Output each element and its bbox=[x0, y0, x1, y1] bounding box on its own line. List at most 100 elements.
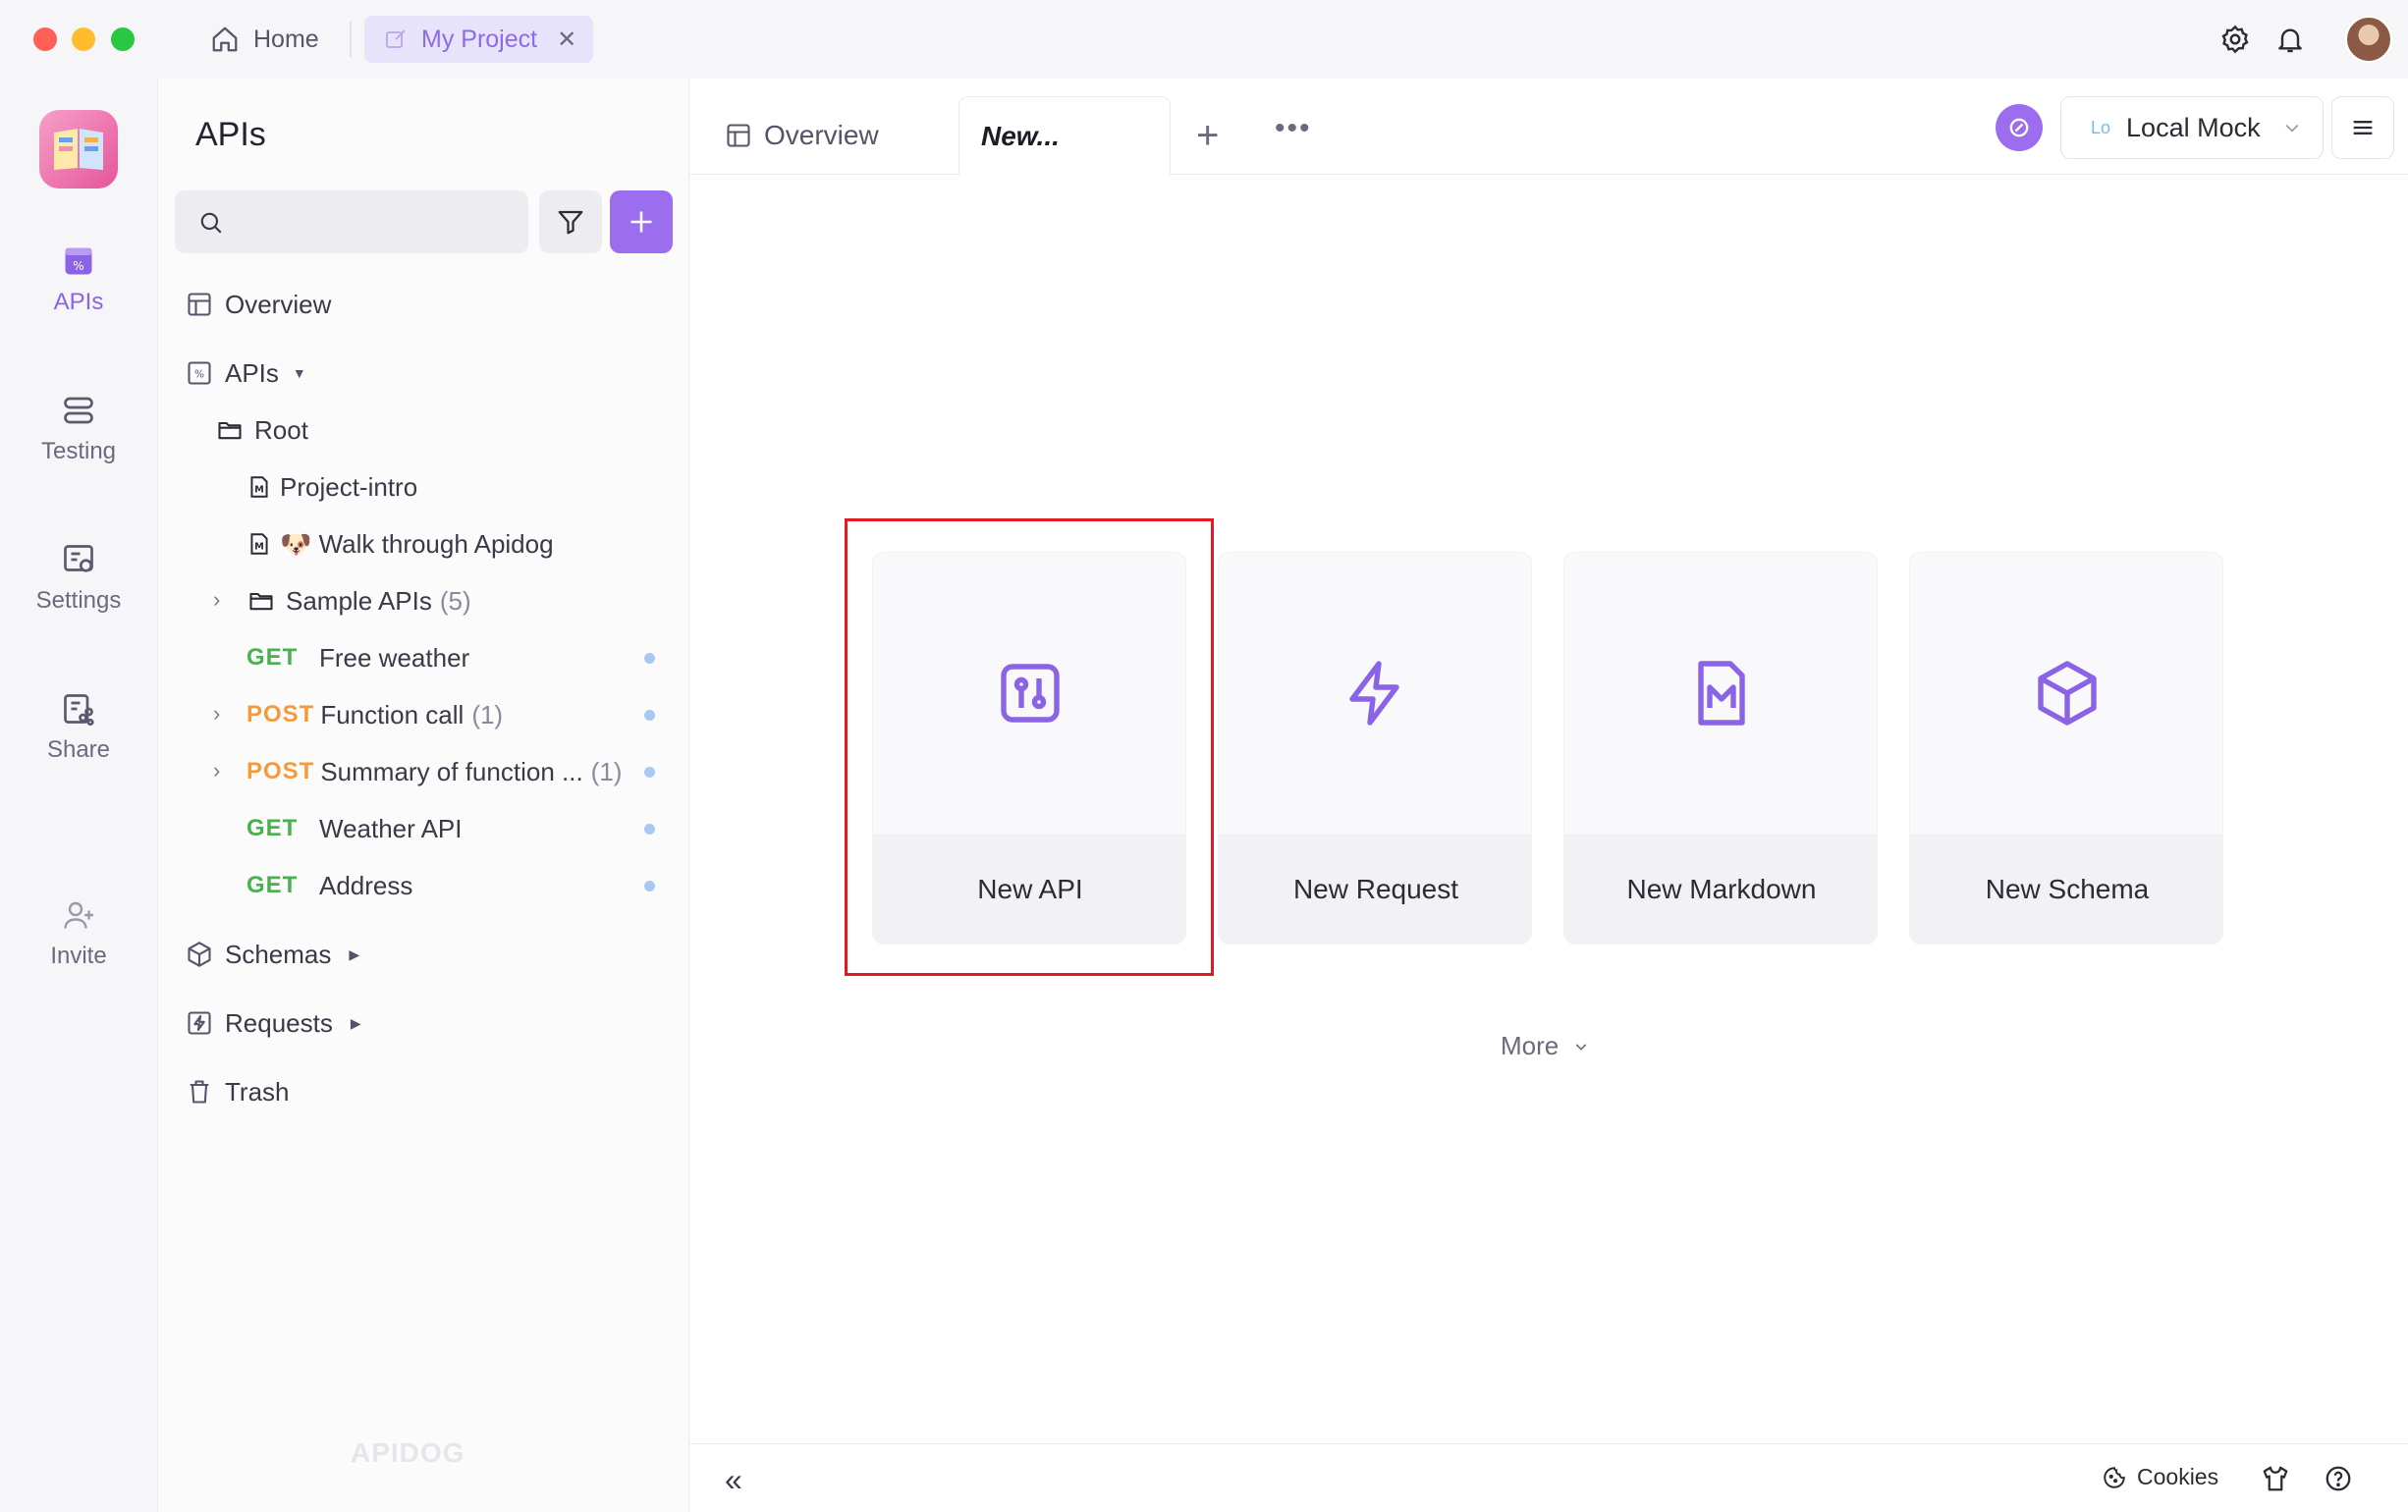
testing-icon bbox=[64, 397, 93, 424]
endpoint-name: Summary of function ... bbox=[320, 756, 583, 786]
tree-item-root[interactable]: Root bbox=[215, 410, 308, 450]
help-icon[interactable] bbox=[2324, 1464, 2353, 1493]
tree-item-walk-through[interactable]: M 🐶 Walk through Apidog bbox=[246, 524, 554, 564]
endpoint-count: (1) bbox=[471, 699, 504, 729]
tree-item-requests[interactable]: Requests ▶ bbox=[186, 1003, 361, 1043]
tree-item-sample-apis-label: Sample APIs bbox=[286, 585, 432, 616]
rail-item-invite[interactable]: Invite bbox=[0, 897, 157, 970]
endpoint-name: Address bbox=[319, 870, 413, 900]
markdown-icon bbox=[1698, 661, 1745, 726]
tree-item-apis[interactable]: % APIs ▼ bbox=[186, 353, 306, 393]
tab-new-label: New... bbox=[981, 120, 1060, 151]
highlight-box bbox=[845, 518, 1214, 976]
status-dot bbox=[644, 824, 655, 835]
environment-label: Local Mock bbox=[2126, 112, 2261, 142]
lightning-icon bbox=[1349, 661, 1399, 726]
rail-item-testing-label: Testing bbox=[40, 438, 117, 464]
app-logo[interactable] bbox=[39, 110, 118, 189]
svg-text:M: M bbox=[254, 484, 264, 495]
maximize-window-button[interactable] bbox=[111, 27, 135, 51]
menu-button[interactable] bbox=[2331, 96, 2394, 159]
method-badge: POST bbox=[246, 701, 315, 728]
close-window-button[interactable] bbox=[33, 27, 57, 51]
caret-down-icon: ▼ bbox=[292, 365, 306, 381]
api-icon: % bbox=[65, 247, 92, 275]
rail-item-testing[interactable]: Testing bbox=[0, 393, 157, 465]
chevron-right-icon[interactable]: › bbox=[213, 758, 220, 783]
new-markdown-card[interactable]: New Markdown bbox=[1563, 552, 1878, 945]
close-icon[interactable]: ✕ bbox=[557, 26, 576, 54]
chevron-right-icon[interactable]: › bbox=[213, 701, 220, 727]
endpoint-free-weather[interactable]: GET Free weather bbox=[246, 638, 469, 677]
markdown-file-icon: M bbox=[250, 533, 268, 555]
tree-item-schemas[interactable]: Schemas ▶ bbox=[186, 935, 359, 974]
minimize-window-button[interactable] bbox=[72, 27, 95, 51]
folder-icon bbox=[249, 592, 273, 611]
sync-icon bbox=[2009, 118, 2029, 137]
endpoint-summary-of-function[interactable]: POST Summary of function ... (1) bbox=[246, 752, 622, 791]
hamburger-icon bbox=[2353, 121, 2373, 135]
chevron-down-icon bbox=[1576, 1044, 1587, 1051]
invite-icon bbox=[64, 901, 93, 929]
method-badge: GET bbox=[246, 815, 299, 841]
cookies-button[interactable]: Cookies bbox=[2102, 1464, 2218, 1490]
tree-item-project-intro-label: Project-intro bbox=[280, 471, 418, 502]
project-tab[interactable]: My Project ✕ bbox=[364, 16, 593, 63]
tree-item-project-intro[interactable]: M Project-intro bbox=[246, 467, 417, 507]
new-schema-card[interactable]: New Schema bbox=[1909, 552, 2223, 945]
collapse-sidebar-button[interactable]: « bbox=[725, 1462, 742, 1498]
cookie-icon bbox=[2104, 1466, 2125, 1488]
method-badge: GET bbox=[246, 644, 299, 671]
avatar[interactable] bbox=[2345, 16, 2392, 63]
endpoint-weather-api[interactable]: GET Weather API bbox=[246, 809, 463, 848]
tree-item-trash[interactable]: Trash bbox=[186, 1072, 290, 1111]
chevron-right-icon[interactable]: › bbox=[213, 587, 220, 613]
tree-item-overview-label: Overview bbox=[225, 289, 332, 319]
tree-item-overview[interactable]: Overview bbox=[186, 285, 331, 324]
caret-right-icon: ▶ bbox=[350, 1014, 361, 1031]
gear-icon[interactable] bbox=[2219, 24, 2251, 55]
sync-button[interactable] bbox=[1996, 104, 2043, 151]
tab-overview[interactable]: Overview bbox=[725, 96, 879, 175]
overview-icon bbox=[188, 293, 211, 316]
book-logo-icon bbox=[54, 129, 103, 170]
rail-item-apis[interactable]: % APIs bbox=[0, 243, 157, 316]
rail-item-apis-label: APIs bbox=[53, 289, 104, 315]
new-markdown-label: New Markdown bbox=[1564, 834, 1877, 944]
more-tabs-button[interactable]: ••• bbox=[1275, 112, 1312, 145]
search-input[interactable] bbox=[175, 190, 528, 253]
add-tab-button[interactable]: + bbox=[1196, 116, 1219, 155]
status-dot bbox=[644, 881, 655, 891]
tree-item-sample-apis[interactable]: Sample APIs (5) bbox=[246, 581, 471, 621]
add-button[interactable] bbox=[610, 190, 673, 253]
cube-icon bbox=[188, 942, 211, 967]
method-badge: POST bbox=[246, 758, 315, 784]
folder-icon bbox=[218, 421, 242, 440]
tree-item-root-label: Root bbox=[254, 414, 308, 445]
rail-item-settings-label: Settings bbox=[35, 587, 122, 614]
endpoint-name: Weather API bbox=[319, 813, 463, 843]
home-icon bbox=[212, 27, 238, 52]
bell-icon[interactable] bbox=[2274, 24, 2306, 55]
endpoint-function-call[interactable]: POST Function call (1) bbox=[246, 695, 503, 734]
tab-new[interactable]: New... bbox=[958, 96, 1171, 176]
apidog-watermark: APIDOG bbox=[351, 1437, 465, 1468]
more-button[interactable]: More bbox=[1501, 1031, 1589, 1061]
environment-select[interactable]: Lo Local Mock bbox=[2060, 96, 2324, 159]
new-schema-label: New Schema bbox=[1910, 834, 2222, 944]
edit-icon bbox=[386, 29, 406, 48]
home-tab[interactable]: Home bbox=[210, 16, 319, 63]
rail-item-settings[interactable]: Settings bbox=[0, 542, 157, 615]
svg-text:M: M bbox=[254, 541, 264, 552]
search-icon bbox=[200, 212, 222, 234]
rail-item-share[interactable]: Share bbox=[0, 691, 157, 764]
method-badge: GET bbox=[246, 872, 299, 898]
card-icon-area bbox=[1910, 553, 2222, 834]
endpoint-address[interactable]: GET Address bbox=[246, 866, 412, 905]
markdown-file-icon: M bbox=[250, 476, 268, 498]
new-request-card[interactable]: New Request bbox=[1218, 552, 1532, 945]
shirt-icon[interactable] bbox=[2261, 1464, 2290, 1493]
status-dot bbox=[644, 710, 655, 721]
request-icon bbox=[188, 1011, 211, 1035]
filter-button[interactable] bbox=[539, 190, 602, 253]
